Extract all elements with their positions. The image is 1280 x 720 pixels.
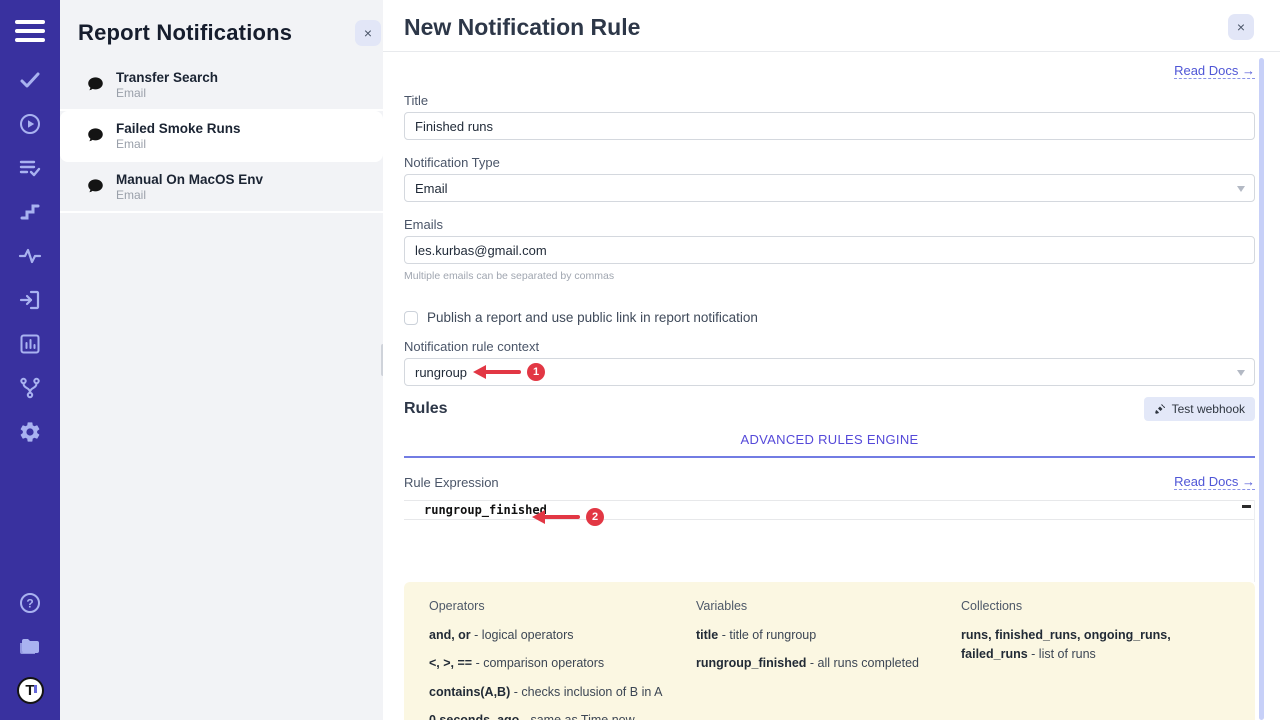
notification-title: Failed Smoke Runs [116,121,241,136]
help-item: rungroup_finished - all runs completed [696,654,961,673]
logo-accent [34,685,37,693]
notification-type-label: Notification Type [404,155,1255,170]
chevron-down-icon [1237,370,1245,376]
emails-input[interactable] [404,236,1255,264]
webhook-plug-icon [1154,403,1166,415]
header-divider [383,51,1280,52]
rule-expression-editor[interactable]: rungroup_finished 2 [404,500,1255,582]
rules-read-docs-link[interactable]: Read Docs → [1174,474,1255,490]
activity-icon[interactable] [18,244,42,268]
rule-context-select[interactable]: rungroup 1 [404,358,1255,386]
annotation-badge-2: 2 [586,508,604,526]
chat-bubble-icon [86,126,105,145]
rule-context-value: rungroup [415,365,467,380]
notification-type: Email [116,137,241,151]
rule-expression-label: Rule Expression [404,475,499,490]
expression-help-box: Operators and, or - logical operators <,… [404,582,1255,720]
emails-helper-text: Multiple emails can be separated by comm… [404,270,1255,282]
panel-close-button[interactable]: × [355,20,381,46]
menu-icon[interactable] [15,20,45,42]
bar-chart-icon[interactable] [18,332,42,356]
operators-header: Operators [429,599,696,613]
list-check-icon[interactable] [18,156,42,180]
rule-expression-value: rungroup_finished [424,503,547,517]
title-input[interactable] [404,112,1255,140]
publish-report-label: Publish a report and use public link in … [427,310,758,325]
test-webhook-button[interactable]: Test webhook [1144,397,1255,421]
report-notifications-panel: Report Notifications × Transfer Search E… [60,0,383,720]
help-item: runs, finished_runs, ongoing_runs, faile… [961,626,1225,665]
rule-context-label: Notification rule context [404,339,1255,354]
list-item-manual-on-macos-env[interactable]: Manual On MacOS Env Email [60,162,383,213]
play-circle-icon[interactable] [18,112,42,136]
help-item: and, or - logical operators [429,626,696,645]
branch-icon[interactable] [18,376,42,400]
chevron-down-icon [1237,186,1245,192]
help-item: <, >, == - comparison operators [429,654,696,673]
new-notification-rule-panel: New Notification Rule × Read Docs → Titl… [383,0,1280,720]
read-docs-link[interactable]: Read Docs → [1174,63,1255,79]
notification-title: Transfer Search [116,70,218,85]
check-icon[interactable] [18,68,42,92]
testquality-logo[interactable]: T [17,677,44,704]
settings-gear-icon[interactable] [18,420,42,444]
collections-header: Collections [961,599,1225,613]
main-scrollbar-thumb[interactable] [1259,58,1264,720]
editor-scrollbar-thumb[interactable] [1242,505,1251,508]
notification-type-value: Email [415,181,448,196]
rules-heading: Rules [404,400,448,418]
list-item-failed-smoke-runs[interactable]: Failed Smoke Runs Email [60,111,383,162]
steps-icon[interactable] [18,200,42,224]
sign-in-icon[interactable] [18,288,42,312]
page-title: New Notification Rule [404,14,640,41]
help-item: contains(A,B) - checks inclusion of B in… [429,683,696,702]
annotation-badge-1: 1 [527,363,545,381]
list-item-transfer-search[interactable]: Transfer Search Email [60,60,383,111]
svg-text:?: ? [26,597,33,611]
app-root: ? T Report Notifications × Transfer Sear… [0,0,1280,720]
emails-label: Emails [404,217,1255,232]
tab-active-underline [404,456,1255,458]
chat-bubble-icon [86,177,105,196]
tab-advanced-rules-engine[interactable]: ADVANCED RULES ENGINE [741,432,919,447]
projects-folder-icon[interactable] [18,634,42,658]
notification-type-select[interactable]: Email [404,174,1255,202]
variables-header: Variables [696,599,961,613]
annotation-step-1: 1 [473,363,545,381]
chat-bubble-icon [86,75,105,94]
main-close-button[interactable]: × [1228,14,1254,40]
title-label: Title [404,93,1255,108]
annotation-step-2: 2 [532,508,604,526]
test-webhook-label: Test webhook [1172,402,1245,416]
notification-list: Transfer Search Email Failed Smoke Runs … [60,60,383,213]
help-item: 0.seconds_ago - same as Time.now [429,711,696,720]
panel-title: Report Notifications [78,20,292,46]
publish-report-checkbox[interactable] [404,311,418,325]
help-item: title - title of rungroup [696,626,961,645]
help-icon[interactable]: ? [18,591,42,615]
notification-type: Email [116,188,263,202]
notification-title: Manual On MacOS Env [116,172,263,187]
icon-sidebar: ? T [0,0,60,720]
notification-type: Email [116,86,218,100]
